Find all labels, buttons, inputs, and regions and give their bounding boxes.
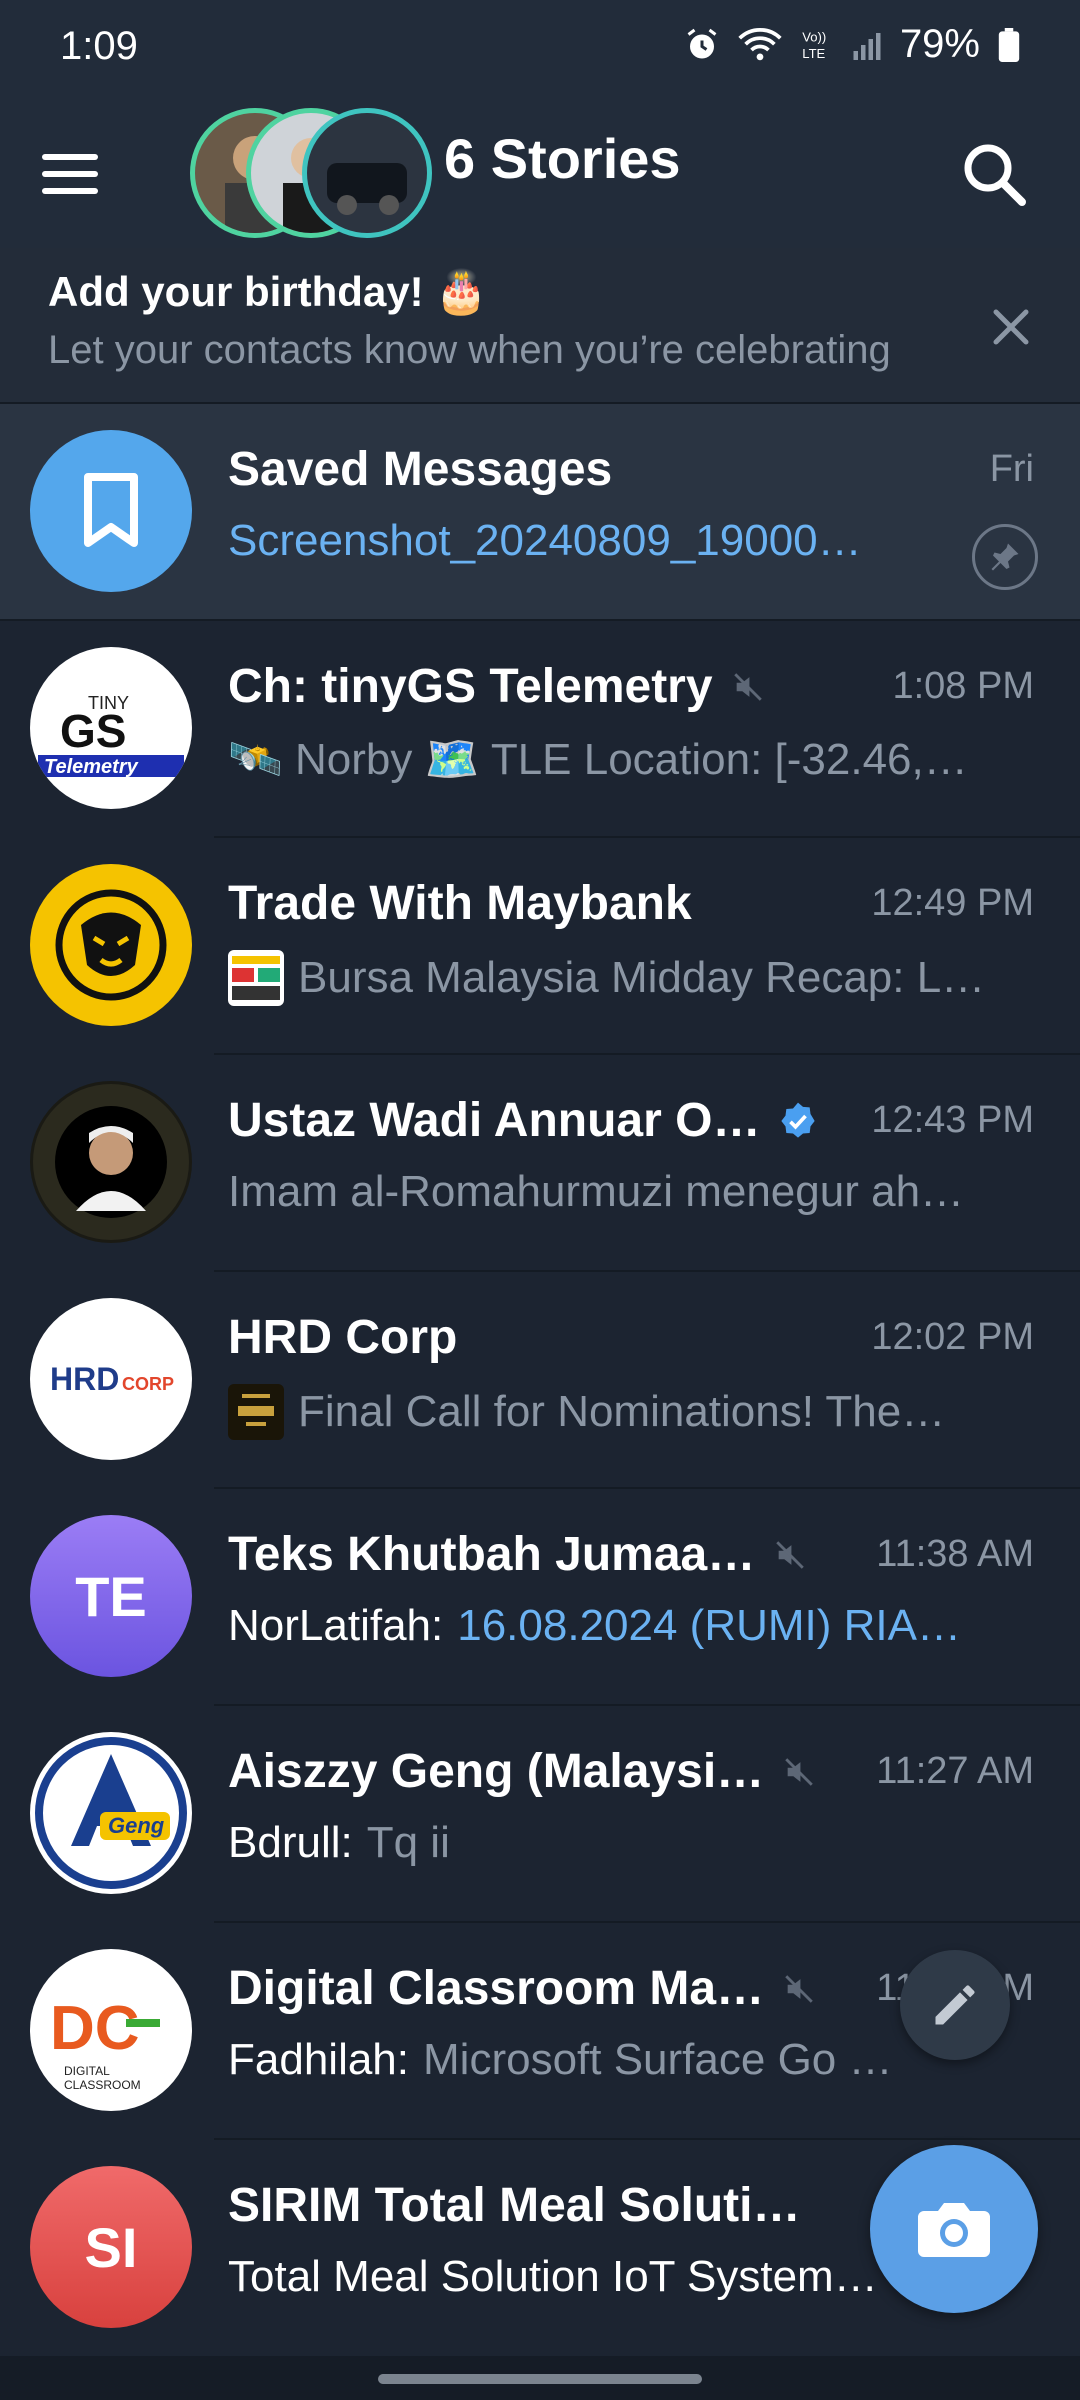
svg-text:Geng: Geng — [108, 1813, 165, 1838]
svg-text:HRD: HRD — [50, 1361, 119, 1397]
avatar: HRD CORP — [30, 1298, 192, 1460]
chat-preview: Bursa Malaysia Midday Recap: L… — [228, 950, 1008, 1006]
search-button[interactable] — [950, 130, 1040, 220]
status-bar: 1:09 Vo)) LTE 79% — [0, 0, 1080, 100]
svg-text:LTE: LTE — [802, 46, 825, 61]
birthday-banner[interactable]: Add your birthday! 🎂 Let your contacts k… — [0, 248, 1080, 404]
close-banner-button[interactable] — [978, 294, 1044, 360]
signal-icon — [853, 32, 881, 60]
battery-percent: 79% — [899, 22, 980, 66]
chat-item-trade-with-maybank[interactable]: Trade With Maybank 12:49 PM Bursa Malays… — [0, 838, 1080, 1055]
chat-name: SIRIM Total Meal Soluti… — [228, 2179, 801, 2232]
chat-time: Fri — [989, 448, 1034, 490]
avatar — [30, 430, 192, 592]
stories-title[interactable]: 6 Stories — [444, 126, 681, 191]
battery-icon — [998, 27, 1020, 62]
chat-name: Aiszzy Geng (Malaysi… — [228, 1744, 816, 1799]
chat-preview: Screenshot_20240809_19000… — [228, 516, 862, 565]
chat-preview: Final Call for Nominations! The… — [228, 1384, 1008, 1440]
chat-name: Teks Khutbah Jumaa… — [228, 1527, 807, 1582]
chat-item-ustaz-wadi-annuar[interactable]: Ustaz Wadi Annuar O… 12:43 PM Imam al-Ro… — [0, 1055, 1080, 1272]
birthday-subtitle: Let your contacts know when you’re celeb… — [48, 328, 891, 372]
avatar — [30, 1081, 192, 1243]
media-thumbnail — [228, 1384, 284, 1440]
bookmark-icon — [84, 473, 138, 547]
pencil-icon — [935, 1985, 975, 2025]
svg-text:GS: GS — [60, 705, 126, 757]
pinned-badge — [972, 524, 1038, 590]
chat-name: Ch: tinyGS Telemetry — [228, 659, 765, 714]
chat-list: Saved Messages Fri Screenshot_20240809_1… — [0, 404, 1080, 2357]
search-icon — [964, 144, 1026, 206]
svg-text:DC: DC — [50, 1994, 140, 2063]
navigation-bar — [0, 2356, 1080, 2400]
chat-name: Digital Classroom Ma… — [228, 1961, 816, 2016]
new-message-button[interactable] — [900, 1950, 1010, 2060]
camera-icon — [918, 2203, 990, 2257]
chat-preview: Imam al-Romahurmuzi menegur ah… — [228, 1167, 965, 1216]
alarm-icon — [687, 28, 717, 58]
chat-preview: Bdrull: Tq ii — [228, 1818, 450, 1867]
hamburger-menu-icon — [42, 154, 98, 194]
chat-preview: Fadhilah: Microsoft Surface Go … — [228, 2035, 893, 2084]
svg-text:CLASSROOM: CLASSROOM — [64, 2078, 141, 2092]
avatar: SI — [30, 2166, 192, 2328]
chat-time: 12:43 PM — [871, 1099, 1034, 1141]
chat-time: 12:49 PM — [871, 882, 1034, 924]
camera-story-button[interactable] — [870, 2145, 1038, 2313]
chat-name: HRD Corp — [228, 1311, 458, 1364]
svg-text:DIGITAL: DIGITAL — [64, 2064, 110, 2078]
chat-time: 11:38 AM — [876, 1533, 1034, 1575]
status-time: 1:09 — [60, 24, 138, 68]
story-avatar[interactable] — [302, 108, 432, 238]
pin-icon — [991, 543, 1019, 571]
home-gesture-handle[interactable] — [378, 2374, 702, 2384]
tiger-logo-icon — [55, 889, 167, 1001]
chat-name: Saved Messages — [228, 443, 613, 496]
chat-time: 1:08 PM — [892, 665, 1034, 707]
svg-text:Vo)): Vo)) — [802, 29, 826, 44]
muted-icon — [776, 1540, 804, 1569]
chat-time: 12:02 PM — [871, 1316, 1034, 1358]
svg-text:CORP: CORP — [122, 1374, 174, 1394]
svg-text:Telemetry: Telemetry — [44, 756, 139, 778]
status-icons: Vo)) LTE 79% — [684, 22, 1020, 67]
avatar: TINY GS Telemetry — [30, 647, 192, 809]
chat-item-tinygs-telemetry[interactable]: TINY GS Telemetry Ch: tinyGS Telemetry 1… — [0, 621, 1080, 838]
avatar — [30, 864, 192, 1026]
verified-icon — [781, 1102, 816, 1138]
close-icon — [993, 309, 1029, 345]
chat-item-teks-khutbah-jumaat[interactable]: TE Teks Khutbah Jumaa… 11:38 AM NorLatif… — [0, 1489, 1080, 1706]
avatar: DC DIGITAL CLASSROOM — [30, 1949, 192, 2111]
chat-preview: NorLatifah: 16.08.2024 (RUMI) RIA… — [228, 1601, 961, 1650]
chat-item-aiszzy-geng[interactable]: Geng Aiszzy Geng (Malaysi… 11:27 AM Bdru… — [0, 1706, 1080, 1923]
chat-name: Trade With Maybank — [228, 877, 692, 930]
media-thumbnail — [228, 950, 284, 1006]
chat-time: 11:27 AM — [876, 1750, 1034, 1792]
wifi-icon — [738, 27, 782, 60]
chat-name: Ustaz Wadi Annuar O… — [228, 1093, 818, 1148]
avatar: Geng — [30, 1732, 192, 1894]
volte-icon: Vo)) LTE — [802, 29, 826, 61]
muted-icon — [785, 1757, 813, 1786]
birthday-title: Add your birthday! 🎂 — [48, 268, 488, 315]
chat-item-hrd-corp[interactable]: HRD CORP HRD Corp 12:02 PM Final Call fo… — [0, 1272, 1080, 1489]
top-app-bar: 6 Stories — [0, 100, 1080, 248]
menu-button[interactable] — [42, 140, 122, 210]
chat-item-saved-messages[interactable]: Saved Messages Fri Screenshot_20240809_1… — [0, 404, 1080, 621]
stories-avatars[interactable] — [190, 108, 432, 238]
avatar: TE — [30, 1515, 192, 1677]
muted-icon — [785, 1974, 813, 2003]
muted-icon — [733, 672, 762, 701]
chat-preview: 🛰️ Norby 🗺️ TLE Location: [-32.46,… — [228, 735, 968, 784]
